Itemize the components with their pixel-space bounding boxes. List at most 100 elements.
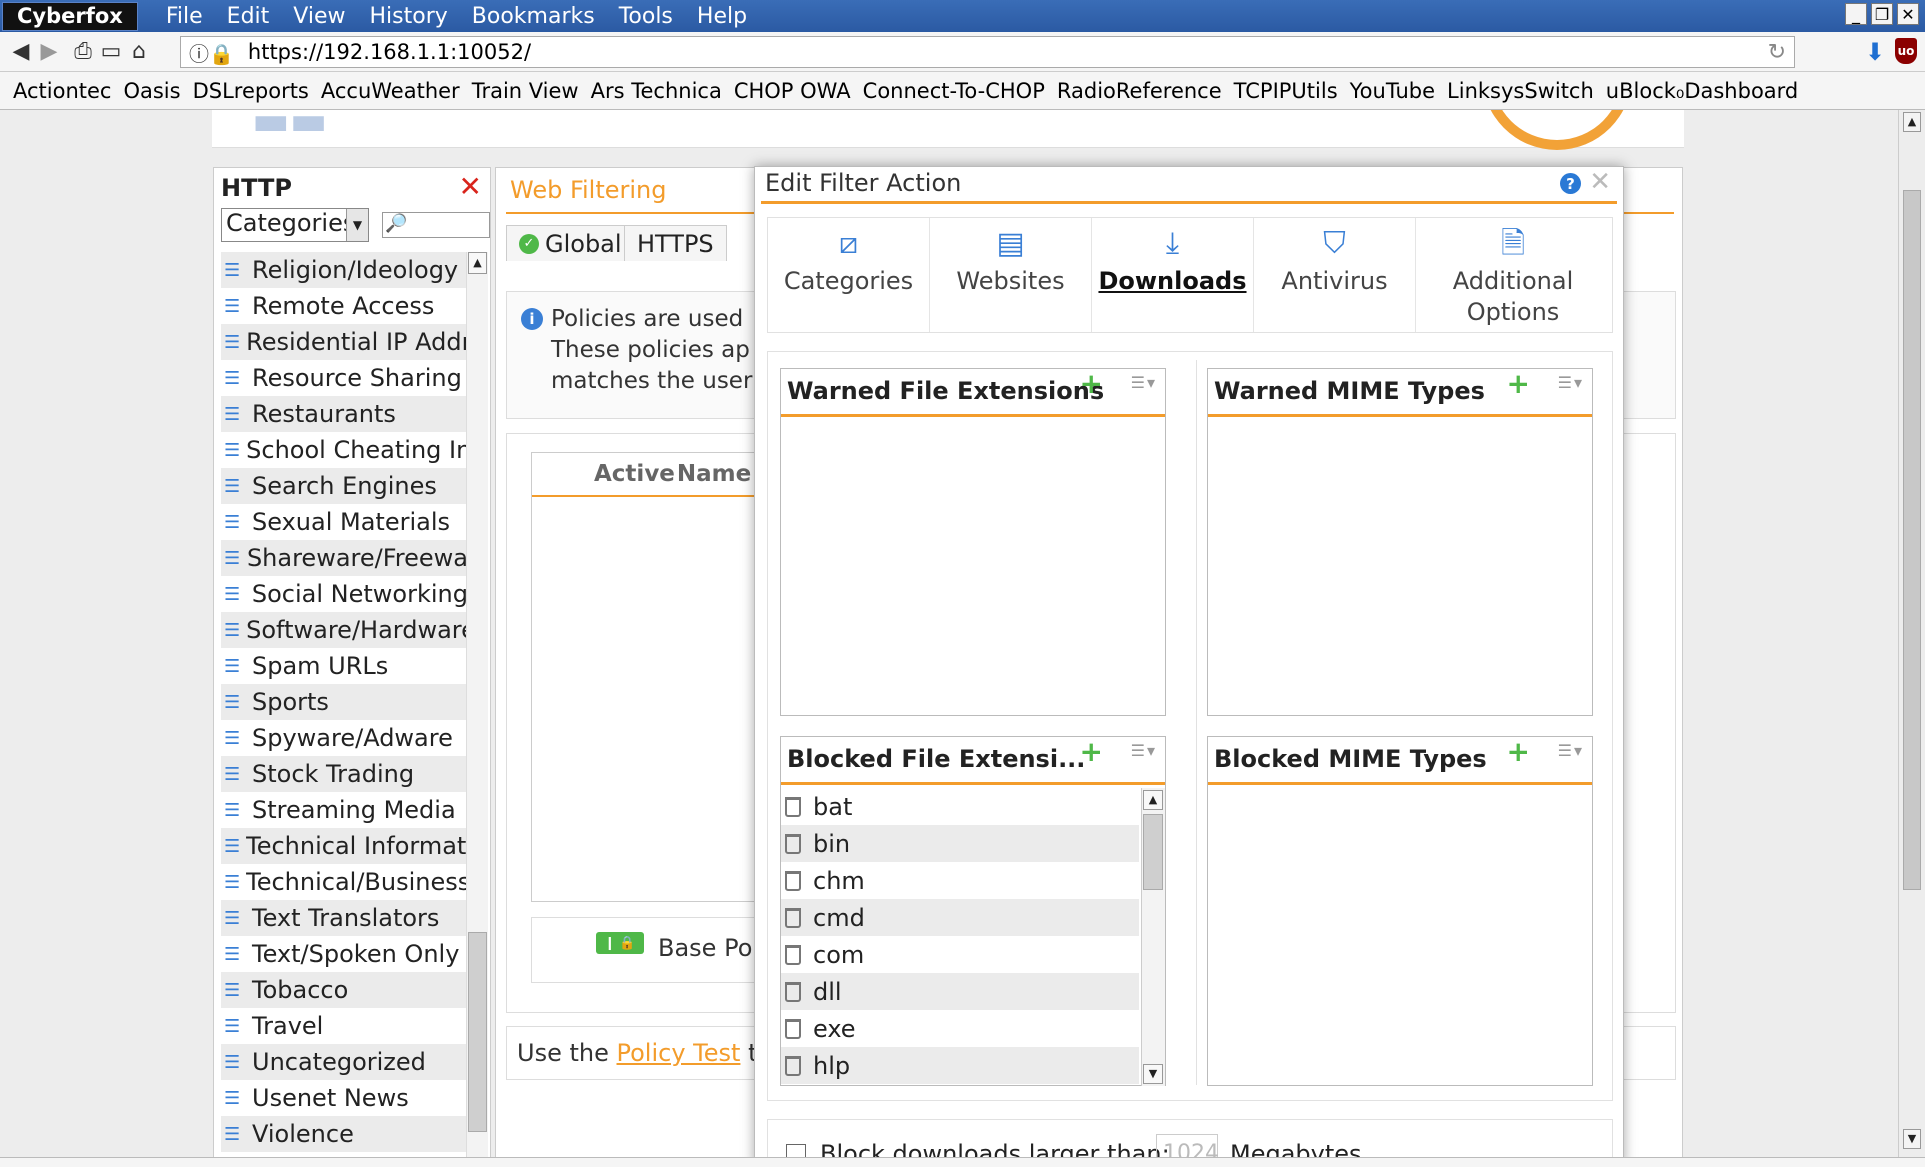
list-item[interactable]: ☰ Tobacco	[221, 972, 468, 1008]
tab-websites[interactable]: ▤ Websites	[930, 218, 1092, 332]
menu-tools[interactable]: Tools	[607, 4, 685, 29]
category-list-scrollbar[interactable]: ▲	[466, 252, 488, 1157]
category-type-select[interactable]: Categories ▼	[221, 208, 369, 242]
list-item[interactable]: ☰ Technical Informatic	[221, 828, 468, 864]
list-item[interactable]: dll	[781, 973, 1139, 1010]
bookmark-item[interactable]: Train View	[466, 79, 585, 103]
minimize-icon[interactable]: _	[1845, 3, 1867, 25]
list-item[interactable]: ☰ Text/Spoken Only	[221, 936, 468, 972]
list-item[interactable]: ☰ Spyware/Adware	[221, 720, 468, 756]
reload-icon[interactable]: ↻	[1768, 40, 1786, 65]
chevron-down-icon[interactable]: ▼	[346, 209, 368, 241]
page-scrollbar[interactable]: ▲ ▼	[1898, 110, 1925, 1157]
list-item[interactable]: cmd	[781, 899, 1139, 936]
list-item[interactable]: ☰ Travel	[221, 1008, 468, 1044]
bookmark-item[interactable]: Ars Technica	[585, 79, 728, 103]
trash-icon[interactable]	[785, 1055, 801, 1076]
tab-antivirus[interactable]: ⛉ Antivirus	[1254, 218, 1416, 332]
tab-https[interactable]: HTTPS	[624, 225, 727, 261]
add-icon[interactable]: +	[1507, 367, 1530, 400]
bookmark-item[interactable]: Actiontec	[7, 79, 117, 103]
list-item[interactable]: exe	[781, 1010, 1139, 1047]
category-search-input[interactable]: 🔎	[382, 212, 490, 238]
bookmark-item[interactable]: DSLreports	[187, 79, 315, 103]
list-item[interactable]: ☰ Uncategorized	[221, 1044, 468, 1080]
list-item[interactable]: hlp	[781, 1047, 1139, 1084]
tab-additional-options[interactable]: 🗎 Additional Options	[1416, 218, 1610, 332]
list-item[interactable]: ☰ Restaurants	[221, 396, 468, 432]
list-item[interactable]: ☰ Residential IP Addr	[221, 324, 468, 360]
ublock-icon[interactable]: uo	[1895, 38, 1917, 64]
bookmark-item[interactable]: AccuWeather	[315, 79, 466, 103]
back-icon[interactable]: ◀	[8, 39, 34, 65]
menu-view[interactable]: View	[281, 4, 357, 29]
list-item[interactable]: ☰ Social Networking	[221, 576, 468, 612]
list-item[interactable]: ☰ Spam URLs	[221, 648, 468, 684]
url-text[interactable]: https://192.168.1.1:10052/	[248, 40, 531, 64]
list-item[interactable]: chm	[781, 862, 1139, 899]
bookmark-item[interactable]: Oasis	[117, 79, 186, 103]
window-icon[interactable]: ▭	[98, 39, 124, 65]
browser-brand[interactable]: Cyberfox	[2, 1, 138, 31]
forward-icon[interactable]: ▶	[36, 39, 62, 65]
trash-icon[interactable]	[785, 833, 801, 854]
tab-categories[interactable]: ⧄ Categories	[768, 218, 930, 332]
column-active[interactable]: Active	[594, 461, 675, 487]
trash-icon[interactable]	[785, 981, 801, 1002]
list-item[interactable]: bin	[781, 825, 1139, 862]
list-item[interactable]: ☰ Religion/Ideology	[221, 252, 468, 288]
print-icon[interactable]: ⎙	[70, 39, 96, 65]
list-item[interactable]: bat	[781, 788, 1139, 825]
scroll-up-icon[interactable]: ▲	[468, 252, 487, 274]
url-bar[interactable]: ⓘ🔒 https://192.168.1.1:10052/ ↻	[180, 36, 1795, 68]
help-icon[interactable]: ?	[1560, 173, 1581, 194]
downloads-icon[interactable]: ⬇	[1865, 38, 1885, 66]
list-item[interactable]: ☰ Usenet News	[221, 1080, 468, 1116]
bookmark-item[interactable]: uBlock₀Dashboard	[1600, 79, 1804, 103]
list-item[interactable]: ☰ School Cheating In	[221, 432, 468, 468]
list-item[interactable]: com	[781, 936, 1139, 973]
add-icon[interactable]: +	[1080, 735, 1103, 768]
list-item[interactable]: ☰ Resource Sharing	[221, 360, 468, 396]
bookmark-item[interactable]: CHOP OWA	[728, 79, 857, 103]
add-icon[interactable]: +	[1507, 735, 1530, 768]
column-name[interactable]: Name	[677, 461, 751, 487]
list-menu-icon[interactable]: ☰▾	[1131, 373, 1157, 392]
bookmark-item[interactable]: Connect-To-CHOP	[857, 79, 1051, 103]
list-item[interactable]: ☰ Text Translators	[221, 900, 468, 936]
scroll-down-icon[interactable]: ▼	[1143, 1064, 1163, 1084]
trash-icon[interactable]	[785, 944, 801, 965]
policy-test-link[interactable]: Policy Test	[617, 1039, 741, 1067]
bookmark-item[interactable]: YouTube	[1344, 79, 1441, 103]
home-icon[interactable]: ⌂	[126, 39, 152, 65]
restore-icon[interactable]: ❐	[1871, 3, 1893, 25]
scroll-up-icon[interactable]: ▲	[1903, 112, 1921, 132]
site-info-icon[interactable]: ⓘ🔒	[189, 38, 234, 67]
scroll-down-icon[interactable]: ▼	[1903, 1129, 1921, 1149]
trash-icon[interactable]	[785, 907, 801, 928]
scroll-thumb[interactable]	[1903, 190, 1921, 890]
list-item[interactable]: ☰ Sexual Materials	[221, 504, 468, 540]
list-item[interactable]: ☰ Shareware/Freewa	[221, 540, 468, 576]
menu-file[interactable]: File	[154, 4, 215, 29]
add-icon[interactable]: +	[1080, 367, 1103, 400]
menu-help[interactable]: Help	[685, 4, 759, 29]
bookmark-item[interactable]: TCPIPUtils	[1228, 79, 1344, 103]
close-icon[interactable]: ✕	[459, 170, 482, 203]
list-menu-icon[interactable]: ☰▾	[1131, 741, 1157, 760]
list-item[interactable]: ☰ Sports	[221, 684, 468, 720]
trash-icon[interactable]	[785, 796, 801, 817]
list-item[interactable]: ☰ Technical/Business	[221, 864, 468, 900]
extension-list-scrollbar[interactable]: ▲ ▼	[1141, 788, 1165, 1086]
list-item[interactable]: ☰ Search Engines	[221, 468, 468, 504]
list-item[interactable]: ☰ Stock Trading	[221, 756, 468, 792]
list-menu-icon[interactable]: ☰▾	[1558, 741, 1584, 760]
tab-downloads[interactable]: ⤓ Downloads	[1092, 218, 1254, 332]
trash-icon[interactable]	[785, 1018, 801, 1039]
list-item[interactable]: ☰ Violence	[221, 1116, 468, 1152]
tab-global[interactable]: ✓ Global	[506, 225, 635, 261]
menu-history[interactable]: History	[358, 4, 460, 29]
close-icon[interactable]: ✕	[1589, 167, 1611, 197]
scroll-up-icon[interactable]: ▲	[1143, 790, 1163, 810]
scroll-thumb[interactable]	[1143, 814, 1163, 890]
